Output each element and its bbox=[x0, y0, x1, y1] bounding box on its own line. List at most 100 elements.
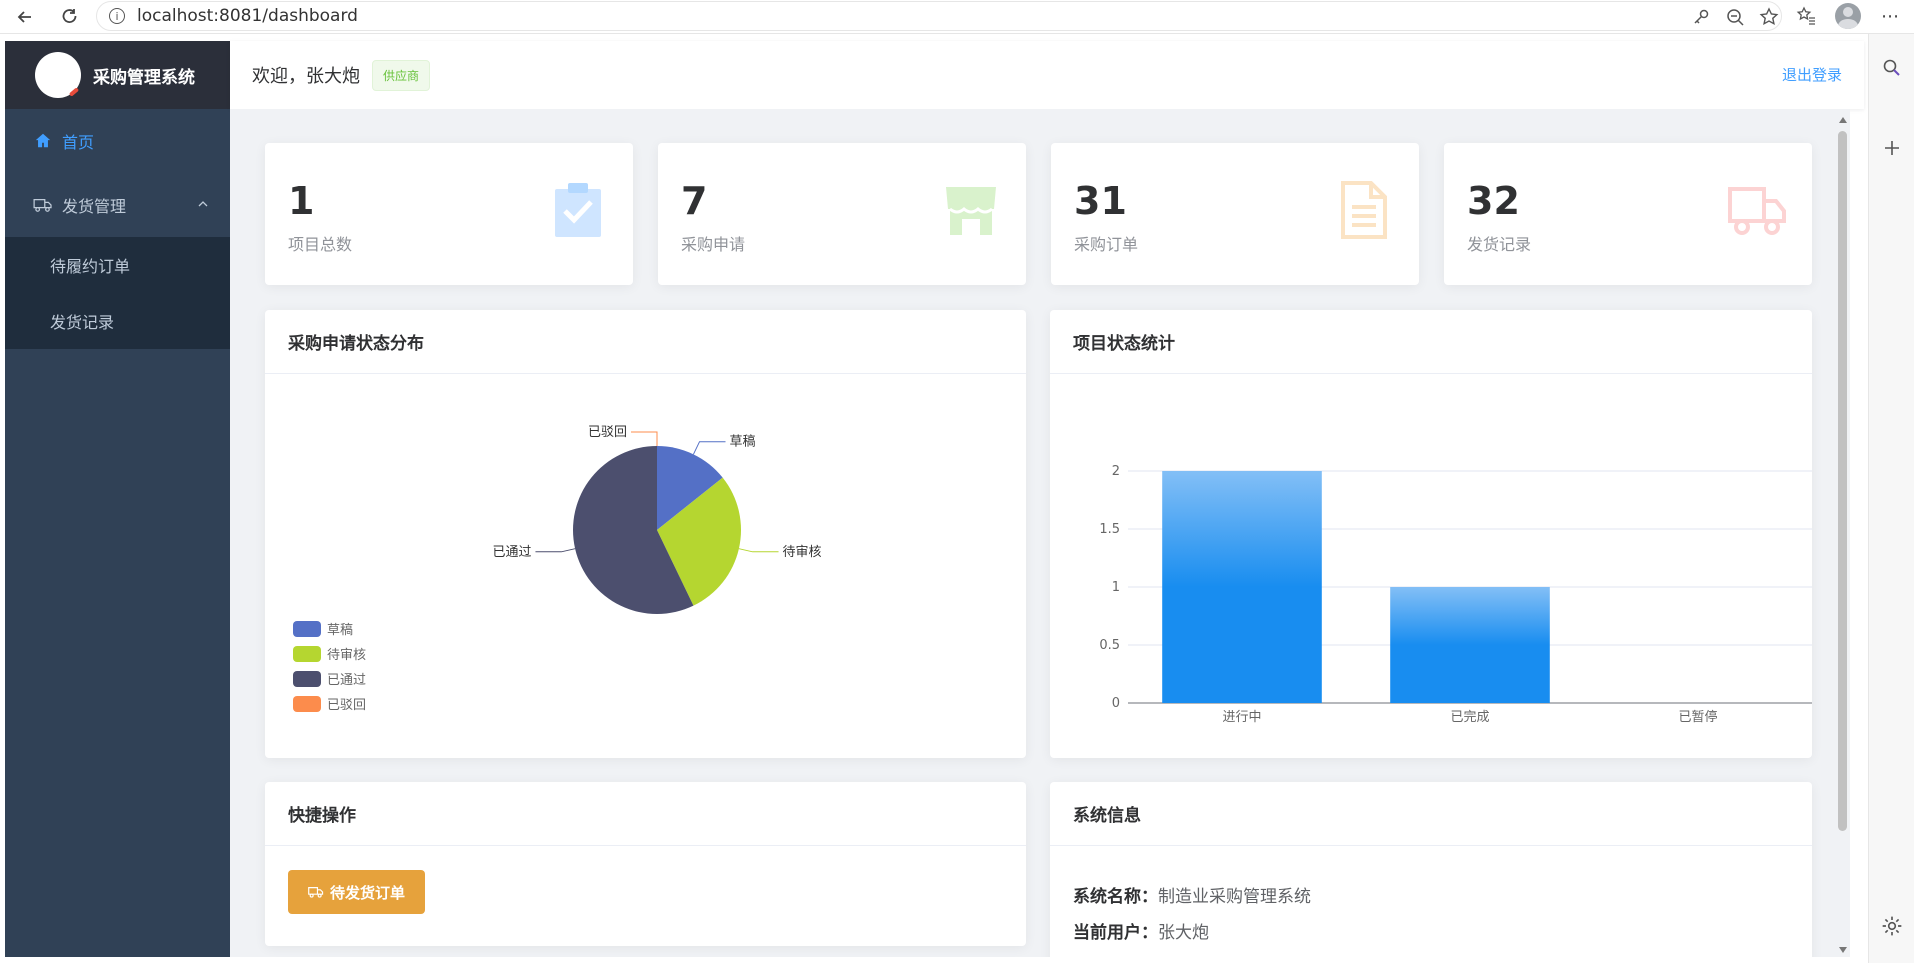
role-badge: 供应商 bbox=[372, 59, 431, 91]
system-name-value: 制造业采购管理系统 bbox=[1158, 887, 1311, 907]
panel-title: 采购申请状态分布 bbox=[265, 310, 1026, 374]
current-user-label: 当前用户： bbox=[1073, 923, 1158, 943]
panel-title: 项目状态统计 bbox=[1050, 310, 1812, 374]
favorite-star-icon[interactable] bbox=[1757, 5, 1781, 29]
pie-legend: 草稿待审核已通过已驳回 bbox=[293, 616, 366, 716]
legend-label: 待审核 bbox=[327, 648, 367, 663]
search-icon[interactable] bbox=[1880, 56, 1904, 80]
pie-chart: 草稿待审核 已通过 已驳回 bbox=[492, 425, 822, 614]
truck-icon bbox=[308, 887, 324, 898]
y-tick-label: 1.5 bbox=[1099, 522, 1120, 537]
legend-swatch bbox=[293, 645, 321, 662]
clipboard-check-icon bbox=[555, 183, 601, 237]
truck-icon bbox=[32, 195, 54, 215]
pie-leader-line bbox=[738, 548, 779, 553]
x-tick-label: 已完成 bbox=[1450, 710, 1489, 725]
panel-title: 快捷操作 bbox=[265, 782, 1026, 846]
browser-side-panel bbox=[1868, 34, 1914, 963]
current-user-row: 当前用户：张大炮 bbox=[1073, 918, 1209, 943]
system-info-panel: 系统信息 系统名称：制造业采购管理系统 当前用户：张大炮 bbox=[1050, 782, 1812, 957]
top-header: 欢迎，张大炮 供应商 退出登录 bbox=[230, 41, 1864, 109]
shop-icon bbox=[946, 187, 996, 235]
site-info-icon[interactable]: i bbox=[109, 8, 125, 24]
pie-leader-line bbox=[631, 431, 658, 446]
address-bar[interactable]: i localhost:8081/dashboard bbox=[96, 1, 1782, 31]
stat-card-shipments[interactable]: 32 发货记录 bbox=[1444, 143, 1812, 285]
stat-label: 采购申请 bbox=[681, 235, 746, 254]
legend-label: 已驳回 bbox=[327, 698, 367, 713]
pie-label: 已通过 bbox=[492, 545, 531, 560]
legend-label: 草稿 bbox=[327, 623, 354, 638]
stat-label: 采购订单 bbox=[1074, 235, 1139, 254]
bar[interactable] bbox=[1390, 587, 1550, 703]
add-icon[interactable] bbox=[1880, 136, 1904, 160]
bar[interactable] bbox=[1162, 471, 1322, 703]
pie-label: 待审核 bbox=[783, 545, 822, 560]
more-icon[interactable]: ⋯ bbox=[1876, 2, 1904, 30]
legend-item[interactable]: 已驳回 bbox=[293, 691, 366, 716]
document-icon bbox=[1341, 181, 1387, 239]
panel-title: 系统信息 bbox=[1050, 782, 1812, 846]
welcome-text: 欢迎，张大炮 bbox=[252, 66, 360, 87]
scroll-down-arrow[interactable] bbox=[1839, 947, 1847, 953]
key-icon[interactable] bbox=[1689, 5, 1713, 29]
system-name-row: 系统名称：制造业采购管理系统 bbox=[1073, 882, 1311, 907]
chevron-up-icon bbox=[198, 201, 208, 207]
current-user-value: 张大炮 bbox=[1158, 923, 1209, 943]
sidebar-subitem-pending-orders[interactable]: 待履约订单 bbox=[5, 237, 230, 293]
stat-value: 31 bbox=[1074, 179, 1127, 223]
legend-item[interactable]: 待审核 bbox=[293, 641, 366, 666]
logo bbox=[35, 52, 81, 98]
zoom-out-icon[interactable] bbox=[1723, 5, 1747, 29]
app-title: 采购管理系统 bbox=[93, 67, 195, 88]
profile-avatar[interactable] bbox=[1834, 2, 1862, 30]
legend-swatch bbox=[293, 620, 321, 637]
stat-value: 1 bbox=[288, 179, 315, 223]
legend-item[interactable]: 草稿 bbox=[293, 616, 366, 641]
y-tick-label: 1 bbox=[1112, 580, 1120, 595]
url-text: localhost:8081/dashboard bbox=[137, 6, 358, 26]
truck-icon bbox=[1728, 187, 1786, 235]
settings-gear-icon[interactable] bbox=[1880, 914, 1904, 938]
home-icon bbox=[32, 131, 54, 151]
sidebar-item-shipping[interactable]: 发货管理 bbox=[5, 173, 230, 237]
y-tick-label: 0.5 bbox=[1099, 638, 1120, 653]
pie-label: 已驳回 bbox=[588, 425, 627, 440]
stat-label: 发货记录 bbox=[1467, 235, 1532, 254]
logout-link[interactable]: 退出登录 bbox=[1782, 64, 1842, 85]
stat-label: 项目总数 bbox=[288, 235, 353, 254]
y-tick-label: 2 bbox=[1112, 464, 1120, 479]
pie-chart-panel: 采购申请状态分布 草稿 待审核 已通过 已驳回 草稿 待审核 已通过 已驳回 bbox=[265, 310, 1026, 758]
sidebar-item-label: 首页 bbox=[62, 133, 95, 152]
stat-value: 7 bbox=[681, 179, 708, 223]
stat-card-requests[interactable]: 7 采购申请 bbox=[658, 143, 1026, 285]
bar-chart: 0 0.5 1 1.5 2 进行中 已完成 已暂停 bbox=[1099, 464, 1812, 725]
x-tick-label: 进行中 bbox=[1222, 710, 1261, 725]
pending-shipment-button[interactable]: 待发货订单 bbox=[288, 870, 426, 914]
browser-toolbar: i localhost:8081/dashboard ⋯ bbox=[0, 0, 1914, 34]
pie-leader-line bbox=[535, 548, 576, 553]
stat-card-orders[interactable]: 31 采购订单 bbox=[1051, 143, 1419, 285]
main-content: 1 项目总数 7 采购申请 31 采购订单 32 发货记录 采购申请状态分布 草… bbox=[230, 109, 1850, 957]
back-icon[interactable] bbox=[10, 2, 40, 32]
stat-card-projects[interactable]: 1 项目总数 bbox=[265, 143, 633, 285]
main-scrollbar[interactable] bbox=[1836, 113, 1850, 953]
legend-item[interactable]: 已通过 bbox=[293, 666, 366, 691]
bar-chart-panel: 项目状态统计 0 0.5 1 1.5 2 进行中 已完成 已暂停 bbox=[1050, 310, 1812, 758]
reload-icon[interactable] bbox=[55, 2, 85, 32]
scroll-up-arrow[interactable] bbox=[1839, 117, 1847, 123]
pie-label: 草稿 bbox=[730, 434, 756, 450]
sidebar-item-home[interactable]: 首页 bbox=[5, 109, 230, 173]
quick-actions-panel: 快捷操作 待发货订单 bbox=[265, 782, 1026, 946]
sidebar-subitem-shipping-records[interactable]: 发货记录 bbox=[5, 293, 230, 349]
stat-value: 32 bbox=[1467, 179, 1520, 223]
sidebar-item-label: 发货管理 bbox=[62, 197, 127, 216]
favorites-list-icon[interactable] bbox=[1792, 2, 1820, 30]
pie-leader-line bbox=[692, 441, 726, 455]
sidebar: 采购管理系统 首页 发货管理 待履约订单 发货记录 bbox=[5, 41, 230, 957]
scroll-thumb[interactable] bbox=[1838, 131, 1847, 831]
x-tick-label: 已暂停 bbox=[1678, 709, 1717, 725]
legend-swatch bbox=[293, 695, 321, 712]
system-name-label: 系统名称： bbox=[1073, 887, 1158, 907]
brand: 采购管理系统 bbox=[5, 41, 230, 109]
